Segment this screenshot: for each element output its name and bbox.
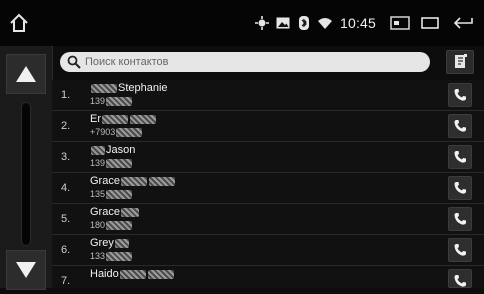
contact-name-text: Jason bbox=[106, 144, 136, 156]
search-input[interactable] bbox=[85, 56, 415, 68]
scroll-panel bbox=[0, 46, 53, 290]
contact-phone-text: 135 bbox=[90, 189, 106, 199]
arrow-down-icon bbox=[16, 262, 36, 278]
list-item[interactable]: 2. Er +7903 bbox=[52, 111, 484, 142]
back-icon bbox=[453, 17, 473, 29]
call-button[interactable] bbox=[448, 145, 472, 169]
contact-list[interactable]: 1. Stephanie 139 2. Er +7903 3. Jason 13… bbox=[52, 80, 484, 288]
contact-index: 6. bbox=[61, 244, 71, 256]
arrow-up-icon bbox=[16, 66, 36, 82]
scrollbar-track[interactable] bbox=[21, 102, 31, 246]
contact-phone-text: 133 bbox=[90, 251, 106, 261]
windows-button[interactable] bbox=[420, 12, 440, 34]
back-button[interactable] bbox=[452, 12, 476, 34]
contact-phone: 139 bbox=[90, 96, 133, 107]
contact-name: Er bbox=[90, 113, 157, 125]
list-item[interactable]: 5. Grace 180 bbox=[52, 204, 484, 235]
redaction bbox=[114, 238, 129, 248]
phone-icon bbox=[454, 244, 466, 256]
redaction bbox=[91, 145, 105, 155]
phone-icon bbox=[454, 182, 466, 194]
import-icon bbox=[455, 54, 467, 68]
redaction bbox=[147, 269, 174, 279]
contact-name-text: Grace bbox=[90, 175, 120, 187]
call-button[interactable] bbox=[448, 207, 472, 231]
contact-phone: 135 bbox=[90, 189, 133, 200]
contact-index: 4. bbox=[61, 182, 71, 194]
contact-phone-text: 180 bbox=[90, 220, 106, 230]
contact-phone-text: +7903 bbox=[90, 127, 116, 137]
phone-icon bbox=[454, 89, 466, 101]
contact-name: Grace bbox=[90, 206, 140, 218]
contact-name: Grey bbox=[90, 237, 130, 249]
contact-index: 7. bbox=[61, 275, 71, 287]
status-icons: 10:45 bbox=[254, 13, 376, 33]
location-icon bbox=[255, 16, 269, 30]
contact-name-text: Grace bbox=[90, 206, 120, 218]
redaction bbox=[106, 252, 133, 262]
contact-name: Grace bbox=[90, 175, 176, 187]
contact-index: 5. bbox=[61, 213, 71, 225]
list-item[interactable]: 7. Haido bbox=[52, 266, 484, 288]
search-icon bbox=[67, 55, 81, 69]
contact-phone: 133 bbox=[90, 251, 133, 262]
redaction bbox=[106, 97, 133, 107]
import-contacts-button[interactable] bbox=[446, 50, 474, 74]
scroll-down-button[interactable] bbox=[6, 250, 46, 290]
phone-icon bbox=[454, 213, 466, 225]
contact-phone-text: 139 bbox=[90, 158, 106, 168]
scroll-up-button[interactable] bbox=[6, 54, 46, 94]
card-button[interactable] bbox=[390, 12, 410, 34]
redaction bbox=[106, 190, 133, 200]
call-button[interactable] bbox=[448, 176, 472, 200]
contact-name-text: Haido bbox=[90, 268, 119, 280]
call-button[interactable] bbox=[448, 238, 472, 262]
contact-name-text: Grey bbox=[90, 237, 114, 249]
redaction bbox=[120, 207, 139, 217]
call-button[interactable] bbox=[448, 114, 472, 138]
redaction bbox=[148, 176, 175, 186]
redaction bbox=[116, 128, 143, 138]
wifi-icon bbox=[318, 18, 332, 29]
status-bar: 10:45 bbox=[0, 0, 484, 46]
home-button[interactable] bbox=[6, 10, 32, 36]
redaction bbox=[120, 176, 147, 186]
contact-name: Jason bbox=[90, 144, 135, 156]
list-item[interactable]: 3. Jason 139 bbox=[52, 142, 484, 173]
gallery-icon bbox=[276, 17, 290, 29]
contact-phone: 180 bbox=[90, 220, 133, 231]
contact-name-text: Stephanie bbox=[118, 82, 168, 94]
contact-index: 1. bbox=[61, 89, 71, 101]
window-icon bbox=[421, 17, 439, 29]
search-bar bbox=[60, 52, 430, 72]
phone-icon bbox=[454, 120, 466, 132]
list-item[interactable]: 1. Stephanie 139 bbox=[52, 80, 484, 111]
contact-name: Stephanie bbox=[90, 82, 168, 94]
contact-name-text: Er bbox=[90, 113, 101, 125]
contact-phone-text: 139 bbox=[90, 96, 106, 106]
redaction bbox=[106, 221, 133, 231]
list-item[interactable]: 4. Grace 135 bbox=[52, 173, 484, 204]
clock: 10:45 bbox=[340, 15, 377, 31]
contact-index: 3. bbox=[61, 151, 71, 163]
redaction bbox=[130, 114, 156, 124]
contact-name: Haido bbox=[90, 268, 175, 280]
card-icon bbox=[390, 16, 410, 30]
redaction bbox=[102, 114, 128, 124]
contact-phone: +7903 bbox=[90, 127, 143, 138]
call-button[interactable] bbox=[448, 83, 472, 107]
phone-icon bbox=[454, 275, 466, 287]
contact-index: 2. bbox=[61, 120, 71, 132]
redaction bbox=[91, 83, 117, 93]
phone-icon bbox=[454, 151, 466, 163]
redaction bbox=[119, 269, 146, 279]
redaction bbox=[106, 159, 133, 169]
call-button[interactable] bbox=[448, 269, 472, 288]
home-icon bbox=[10, 13, 28, 32]
bluetooth-icon bbox=[299, 16, 309, 30]
contact-phone: 139 bbox=[90, 158, 133, 169]
list-item[interactable]: 6. Grey 133 bbox=[52, 235, 484, 266]
